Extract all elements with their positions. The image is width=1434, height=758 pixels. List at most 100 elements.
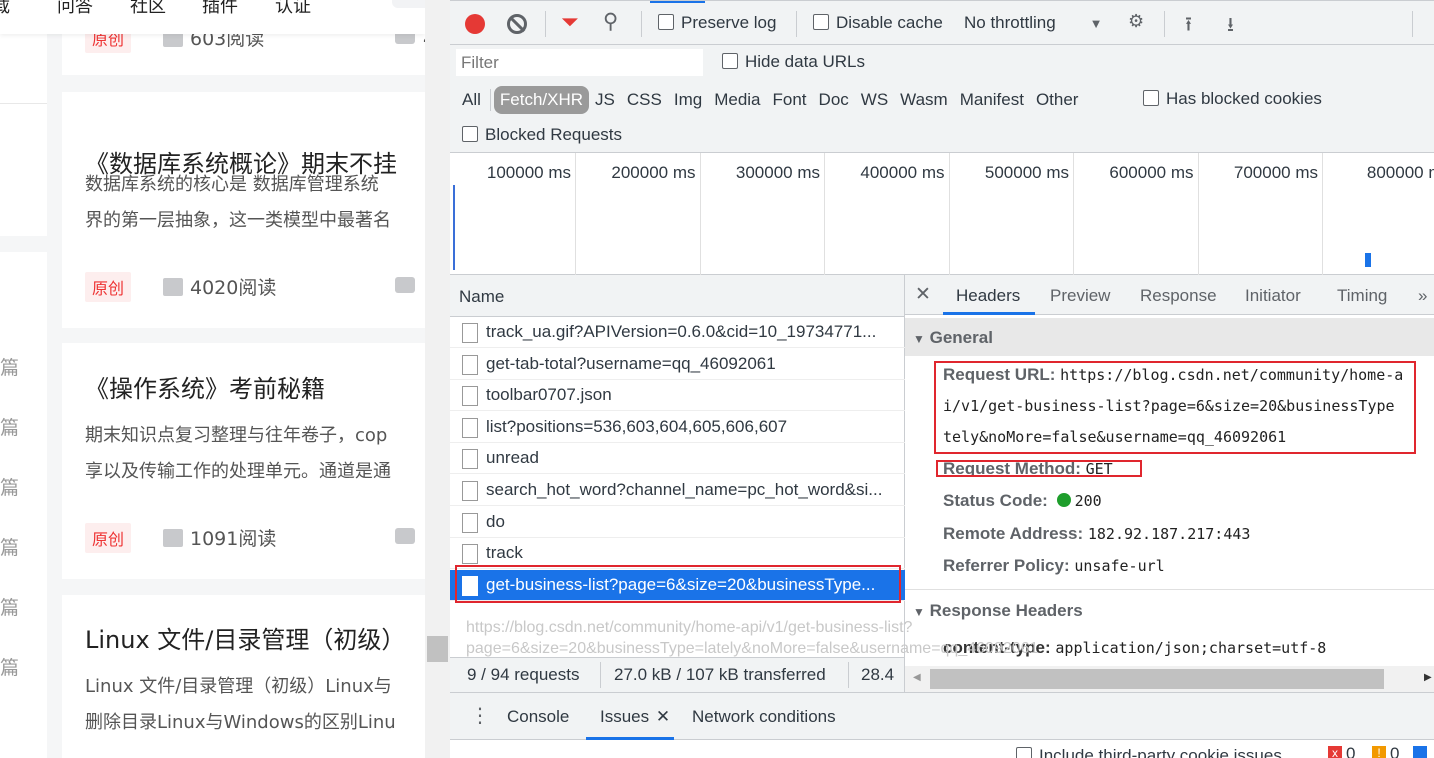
search-icon[interactable]: ⚲ xyxy=(603,9,618,34)
error-icon: x xyxy=(1328,746,1342,758)
timeline-gridline xyxy=(1073,153,1074,275)
article-title[interactable]: Linux 文件/目录管理（初级） xyxy=(85,620,405,655)
type-filter-all[interactable]: All xyxy=(456,86,487,114)
type-filter-img[interactable]: Img xyxy=(668,86,708,114)
file-icon xyxy=(462,323,478,343)
article-card[interactable]: 《操作系统》考前秘籍 期末知识点复习整理与往年卷子，cop 享以及传输工作的处理… xyxy=(62,343,425,579)
has-blocked-cookies-checkbox[interactable]: Has blocked cookies xyxy=(1143,89,1322,109)
status-bar: 9 / 94 requests 27.0 kB / 107 kB transfe… xyxy=(450,657,905,692)
more-menu-icon[interactable]: ⋮ xyxy=(470,703,490,728)
more-tabs-icon[interactable]: » xyxy=(1418,286,1427,306)
resource-type-filters: All Fetch/XHR JS CSS Img Media Font Doc WS Wasm Ma… xyxy=(456,83,1084,117)
tab-console[interactable]: Console xyxy=(507,707,569,727)
type-filter-font[interactable]: Font xyxy=(767,86,813,114)
request-row[interactable]: do xyxy=(450,507,905,538)
timeline-gridline xyxy=(1322,153,1323,275)
active-tab-indicator xyxy=(943,312,1035,315)
general-section-header[interactable]: ▼ General xyxy=(905,318,1434,356)
type-filter-media[interactable]: Media xyxy=(708,86,766,114)
request-row[interactable]: get-tab-total?username=qq_46092061 xyxy=(450,349,905,380)
warning-icon: ! xyxy=(1372,746,1386,758)
import-har-icon[interactable]: ⭱ xyxy=(1185,10,1192,44)
type-filter-doc[interactable]: Doc xyxy=(813,86,855,114)
scrollbar-thumb[interactable] xyxy=(930,669,1384,689)
type-filter-other[interactable]: Other xyxy=(1030,86,1085,114)
request-row[interactable]: unread xyxy=(450,443,905,475)
request-name: do xyxy=(486,511,505,531)
nav-certify[interactable]: 认证 xyxy=(275,0,311,18)
timeline-gridline xyxy=(699,153,701,275)
tab-issues[interactable]: Issues ✕ xyxy=(600,707,670,727)
tab-response[interactable]: Response xyxy=(1140,286,1217,306)
article-card[interactable]: Linux 文件/目录管理（初级） Linux 文件/目录管理（初级）Linux… xyxy=(62,595,425,758)
article-desc: 享以及传输工作的处理单元。通道是通 xyxy=(85,461,391,482)
throttling-select[interactable]: No throttling ▼ xyxy=(964,13,1103,33)
type-filter-js[interactable]: JS xyxy=(589,86,621,114)
request-row[interactable]: list?positions=536,603,604,605,606,607 xyxy=(450,412,905,443)
read-icon xyxy=(163,529,183,547)
timeline-gridline xyxy=(1197,153,1199,275)
blog-page: 载 问答 社区 插件 认证 篇 篇 篇 篇 篇 篇 原创 603阅读 4 评 《… xyxy=(0,0,425,758)
timeline-gridline xyxy=(824,153,825,275)
article-desc: Linux 文件/目录管理（初级）Linux与 xyxy=(85,676,392,697)
file-icon xyxy=(462,481,478,501)
throttling-value: No throttling xyxy=(964,13,1056,32)
type-filter-manifest[interactable]: Manifest xyxy=(954,86,1030,114)
name-column-header[interactable]: Name xyxy=(450,275,905,317)
timeline-tick-label: 600000 ms xyxy=(1109,163,1194,182)
request-row[interactable]: search_hot_word?channel_name=pc_hot_word… xyxy=(450,475,905,506)
issues-toolbar: Include third-party cookie issues x 0 ! … xyxy=(450,740,1434,758)
sidebar-count: 篇 xyxy=(0,477,20,499)
clear-icon[interactable] xyxy=(507,14,527,34)
article-card[interactable]: 《数据库系统概论》期末不挂 数据库系统的核心是 数据库管理系统 界的第一层抽象，… xyxy=(62,92,425,328)
tooltip-line: https://blog.csdn.net/community/home-api… xyxy=(466,619,913,636)
article-desc: 期末知识点复习整理与往年卷子，cop xyxy=(85,425,388,446)
tab-initiator[interactable]: Initiator xyxy=(1245,286,1301,306)
tab-timing[interactable]: Timing xyxy=(1337,286,1387,306)
close-icon[interactable]: ✕ xyxy=(656,707,670,726)
tab-headers[interactable]: Headers xyxy=(956,286,1020,306)
nav-community[interactable]: 社区 xyxy=(130,0,166,18)
request-name: track_ua.gif?APIVersion=0.6.0&cid=10_197… xyxy=(486,322,877,341)
search-box[interactable] xyxy=(392,0,425,8)
type-filter-css[interactable]: CSS xyxy=(621,86,668,114)
filter-icon[interactable]: ⏷ xyxy=(561,9,579,35)
nav-plugins[interactable]: 插件 xyxy=(202,0,238,18)
remote-address-label: Remote Address: xyxy=(943,524,1084,543)
nav-download[interactable]: 载 xyxy=(0,0,10,18)
type-filter-fetchxhr[interactable]: Fetch/XHR xyxy=(493,86,590,114)
timeline-tick-label: 400000 ms xyxy=(860,163,945,182)
article-title[interactable]: 《操作系统》考前秘籍 xyxy=(85,369,325,404)
error-count[interactable]: 0 xyxy=(1346,744,1355,758)
network-conditions-icon[interactable]: ⚙ xyxy=(1128,11,1144,32)
horizontal-scrollbar[interactable]: ◀ ▶ xyxy=(905,666,1434,692)
disable-cache-checkbox[interactable]: Disable cache xyxy=(813,13,943,33)
sidebar: 篇 篇 篇 篇 篇 篇 xyxy=(0,34,47,758)
file-icon xyxy=(462,386,478,407)
file-icon xyxy=(462,449,478,470)
tab-preview[interactable]: Preview xyxy=(1050,286,1110,306)
warning-count[interactable]: 0 xyxy=(1390,744,1399,758)
filter-input[interactable]: Filter xyxy=(456,49,703,76)
name-header-label: Name xyxy=(459,287,505,306)
request-name: toolbar0707.json xyxy=(486,385,612,405)
nav-qa[interactable]: 问答 xyxy=(57,0,93,18)
preserve-log-checkbox[interactable]: Preserve log xyxy=(658,13,776,33)
close-icon[interactable]: ✕ xyxy=(915,283,931,306)
sidebar-count: 篇 xyxy=(0,597,20,619)
hide-data-urls-checkbox[interactable]: Hide data URLs xyxy=(722,52,865,72)
type-filter-wasm[interactable]: Wasm xyxy=(894,86,954,114)
request-row[interactable]: track_ua.gif?APIVersion=0.6.0&cid=10_197… xyxy=(450,317,905,348)
blocked-requests-checkbox[interactable]: Blocked Requests xyxy=(462,125,622,145)
sidebar-count: 篇 xyxy=(0,357,20,379)
request-row[interactable]: toolbar0707.json xyxy=(450,380,905,412)
export-har-icon[interactable]: ⭳ xyxy=(1227,10,1234,44)
record-icon[interactable] xyxy=(465,14,485,34)
type-filter-ws[interactable]: WS xyxy=(855,86,894,114)
third-party-checkbox[interactable]: Include third-party cookie issues xyxy=(1016,746,1282,758)
drawer-tabs: ⋮ Console Issues ✕ Network conditions xyxy=(450,692,1434,740)
page-scrollbar-thumb[interactable] xyxy=(427,636,448,662)
tab-network-conditions[interactable]: Network conditions xyxy=(692,707,836,727)
read-count: 4020阅读 xyxy=(190,277,277,299)
sidebar-count: 篇 xyxy=(0,537,20,559)
